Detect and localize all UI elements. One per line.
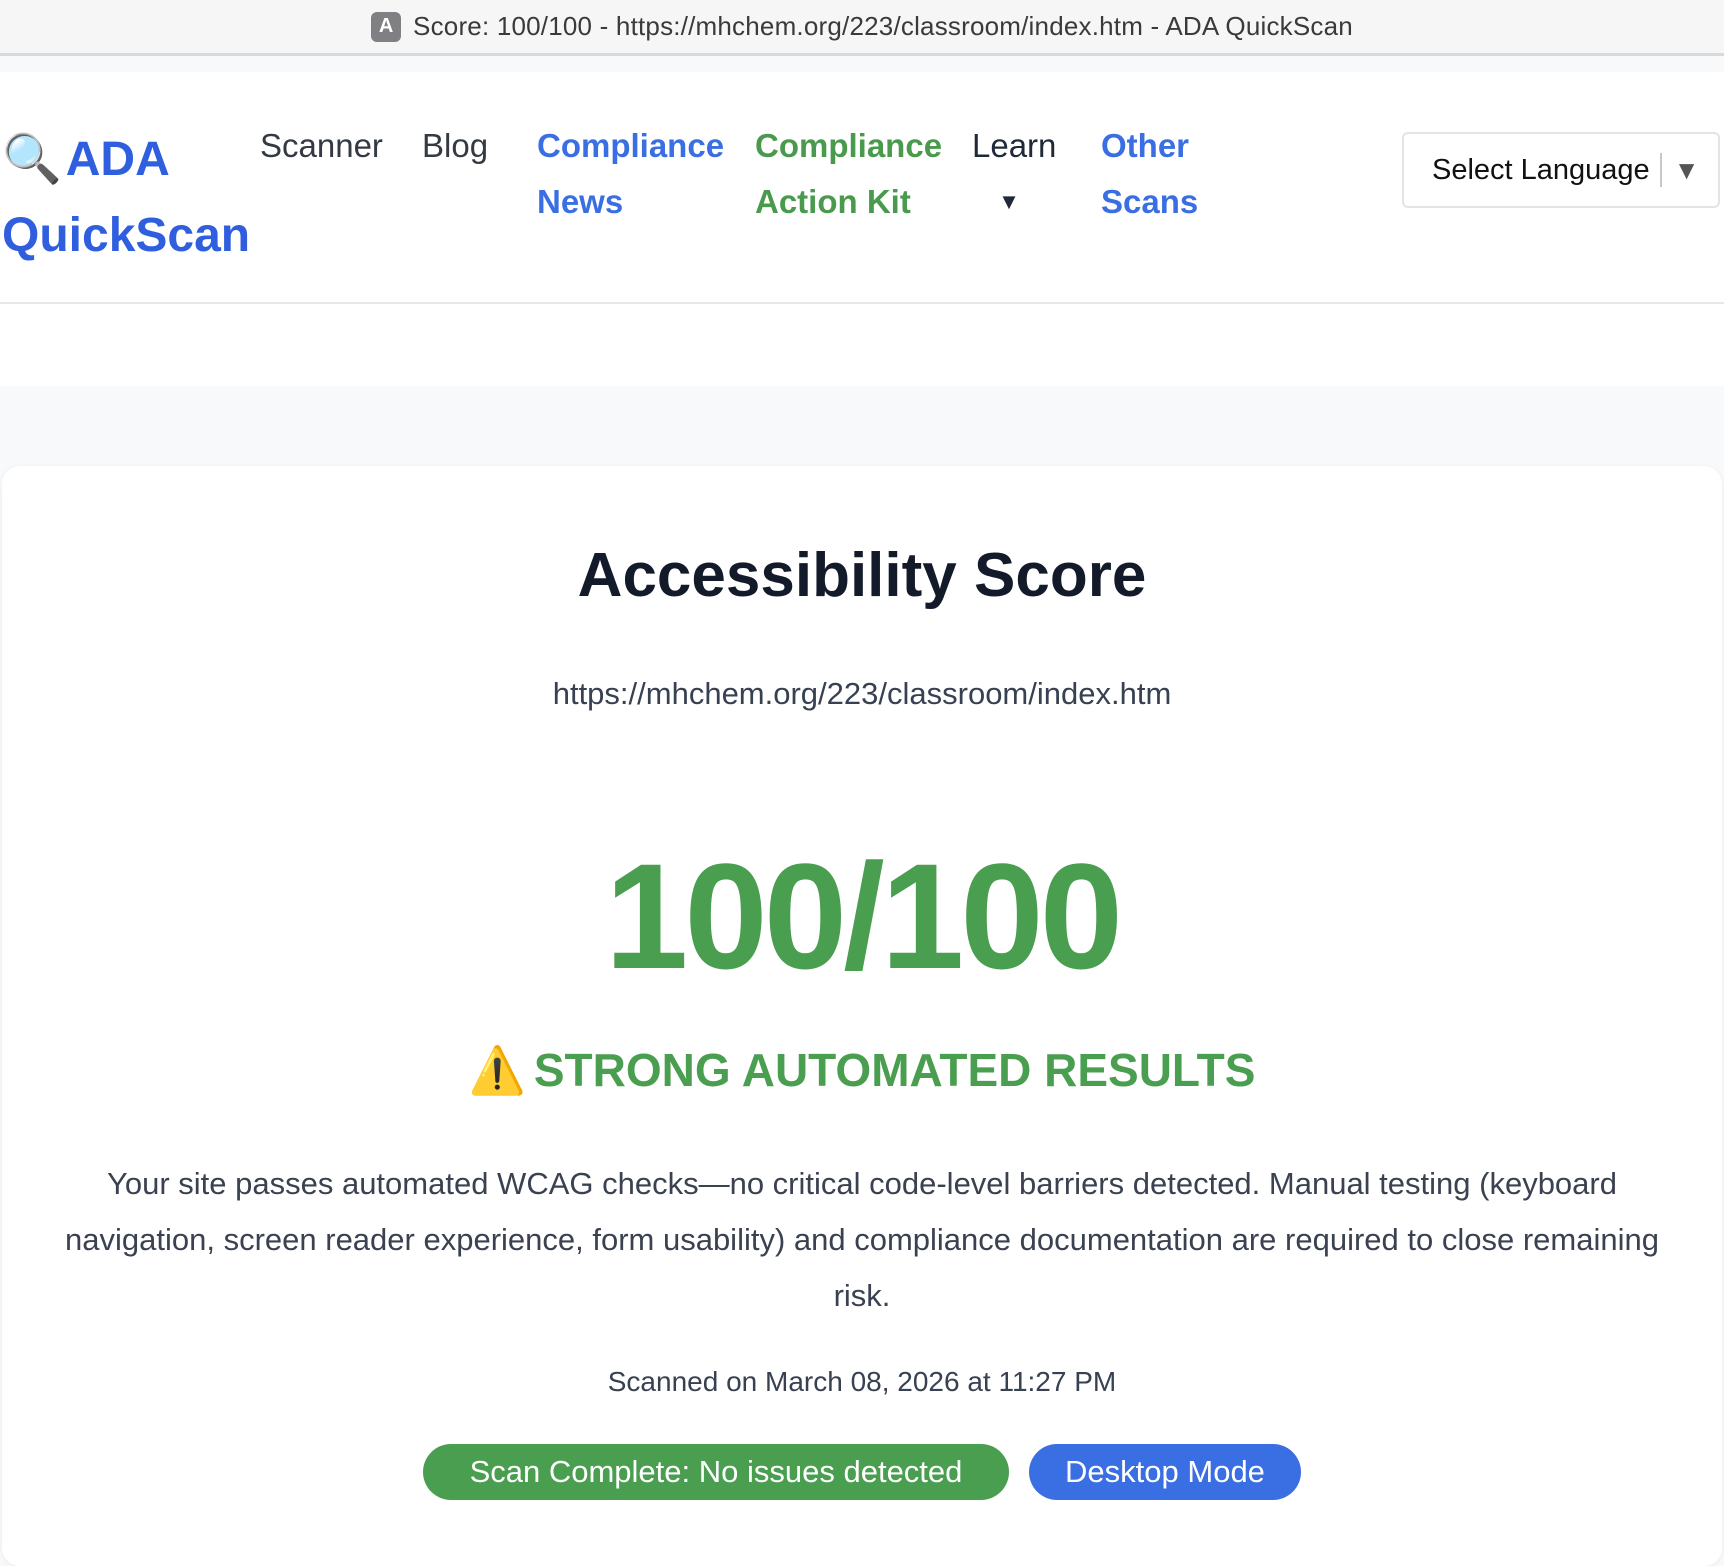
page-title: Accessibility Score xyxy=(577,541,1147,610)
warning-icon: ⚠️ xyxy=(468,1044,526,1096)
desktop-mode-badge: Desktop Mode xyxy=(1029,1444,1301,1500)
nav-other-scans-line2: Scans xyxy=(1101,183,1199,220)
nav-action-kit-line1: Compliance xyxy=(755,127,943,164)
language-select-value: Select Language xyxy=(1432,153,1650,186)
status-text: STRONG AUTOMATED RESULTS xyxy=(533,1044,1256,1096)
magnifier-icon: 🔍 xyxy=(2,133,62,186)
nav-learn-label: Learn xyxy=(972,127,1057,164)
dropdown-arrow-icon: ▼ xyxy=(1673,154,1700,185)
status-heading: ⚠️ STRONG AUTOMATED RESULTS xyxy=(2,1038,1722,1102)
nav-action-kit-line2: Action Kit xyxy=(755,183,911,220)
site-header: 🔍ADA QuickScan Scanner Blog Compliance N… xyxy=(0,72,1724,304)
badge-row: Scan Complete: No issues detected Deskto… xyxy=(2,1444,1722,1500)
nav-other-scans[interactable]: Other Scans xyxy=(1101,118,1198,230)
favicon-icon: A xyxy=(371,11,402,42)
language-select-divider xyxy=(1659,153,1662,187)
site-logo-link[interactable]: 🔍ADA QuickScan xyxy=(2,122,252,274)
chevron-down-icon: ▼ xyxy=(998,189,1020,214)
browser-title-bar: A Score: 100/100 - https://mhchem.org/22… xyxy=(0,0,1724,56)
nav-compliance-action-kit[interactable]: Compliance Action Kit xyxy=(755,118,942,230)
nav-compliance-news-line1: Compliance xyxy=(537,127,725,164)
nav-compliance-news[interactable]: Compliance News xyxy=(537,118,724,230)
nav-scanner[interactable]: Scanner xyxy=(260,118,383,174)
result-description: Your site passes automated WCAG checks—n… xyxy=(65,1166,1659,1313)
scan-timestamp: Scanned on March 08, 2026 at 11:27 PM xyxy=(607,1366,1117,1397)
score-card: Accessibility Score https://mhchem.org/2… xyxy=(2,466,1722,1566)
scan-complete-badge: Scan Complete: No issues detected xyxy=(423,1444,1009,1500)
nav-learn-dropdown[interactable]: Learn ▼ xyxy=(972,118,1056,230)
window-title: Score: 100/100 - https://mhchem.org/223/… xyxy=(413,11,1353,41)
nav-blog[interactable]: Blog xyxy=(422,118,488,174)
logo-text-quickscan: QuickScan xyxy=(2,209,251,262)
nav-compliance-news-line2: News xyxy=(537,183,624,220)
scanned-url: https://mhchem.org/223/classroom/index.h… xyxy=(552,676,1172,711)
header-spacer xyxy=(0,304,1724,386)
language-select[interactable]: Select Language ▼ xyxy=(1402,132,1720,208)
nav-other-scans-line1: Other xyxy=(1101,127,1190,164)
logo-text-ada: ADA xyxy=(65,133,170,186)
score-value: 100/100 xyxy=(604,832,1123,1000)
